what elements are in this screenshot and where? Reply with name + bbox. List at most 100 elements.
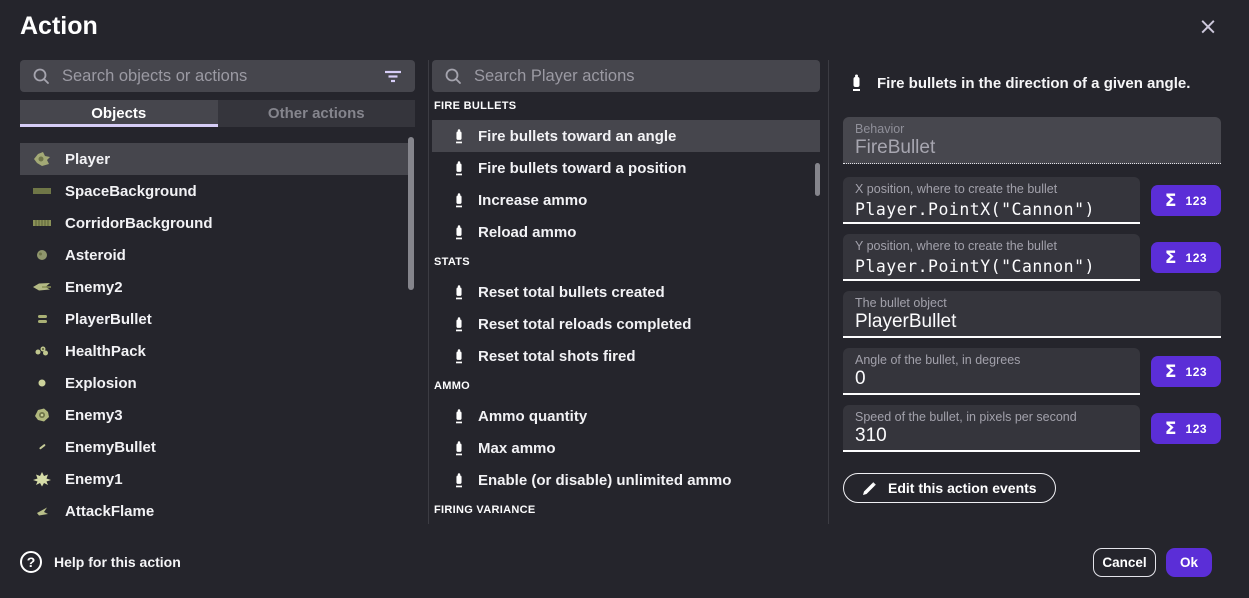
action-row-increase-ammo[interactable]: Increase ammo <box>432 184 820 216</box>
bullet-icon <box>454 128 464 145</box>
expression-editor-button[interactable]: Σ 123 <box>1151 185 1221 216</box>
section-header-ammo: AMMO <box>432 372 820 400</box>
enemy3-sprite-icon <box>32 407 52 423</box>
sigma-icon: Σ <box>1165 419 1177 439</box>
field-label: The bullet object <box>855 296 1209 310</box>
object-label: Player <box>65 151 110 168</box>
object-label: Enemy3 <box>65 407 123 424</box>
field-angle-of-the-bullet-in-degrees[interactable]: Angle of the bullet, in degrees0 <box>843 348 1140 395</box>
action-dialog: Action × Objects Other actions PlayerSpa… <box>0 0 1249 598</box>
object-label: PlayerBullet <box>65 311 152 328</box>
tab-other-actions[interactable]: Other actions <box>218 100 416 127</box>
player-sprite-icon <box>32 151 52 167</box>
field-y-position-where-to-create-the-bullet[interactable]: Y position, where to create the bulletPl… <box>843 234 1140 281</box>
ok-button[interactable]: Ok <box>1166 548 1212 577</box>
expression-editor-button[interactable]: Σ 123 <box>1151 242 1221 273</box>
action-row-reset-total-bullets-created[interactable]: Reset total bullets created <box>432 276 820 308</box>
attack-flame-sprite-icon <box>32 503 52 519</box>
action-label: Reset total bullets created <box>478 284 665 301</box>
action-label: Max ammo <box>478 440 556 457</box>
bullet-icon <box>454 348 464 365</box>
enemy-bullet-sprite-icon <box>32 439 52 455</box>
actions-search-bar[interactable] <box>432 60 820 92</box>
action-row-reset-total-shots-fired[interactable]: Reset total shots fired <box>432 340 820 372</box>
close-icon[interactable]: × <box>1195 14 1221 40</box>
object-label: AttackFlame <box>65 503 154 520</box>
object-row-playerbullet[interactable]: PlayerBullet <box>20 303 408 335</box>
panel-divider <box>428 60 429 524</box>
actions-panel: FIRE BULLETS Fire bullets toward an angle… <box>432 60 820 524</box>
action-label: Reset total shots fired <box>478 348 636 365</box>
objects-search-bar[interactable] <box>20 60 415 92</box>
field-row-behavior: BehaviorFireBullet <box>843 117 1221 164</box>
object-row-corridorbackground[interactable]: CorridorBackground <box>20 207 408 239</box>
bullet-icon <box>454 440 464 457</box>
corridor-background-sprite-icon <box>32 215 52 231</box>
enemy2-sprite-icon <box>32 279 52 295</box>
actions-search-input[interactable] <box>472 66 808 87</box>
edit-action-events-button[interactable]: Edit this action events <box>843 473 1056 503</box>
object-row-asteroid[interactable]: Asteroid <box>20 239 408 271</box>
object-row-healthpack[interactable]: HealthPack <box>20 335 408 367</box>
expression-editor-button[interactable]: Σ 123 <box>1151 413 1221 444</box>
object-row-spacebackground[interactable]: SpaceBackground <box>20 175 408 207</box>
help-row[interactable]: ? Help for this action <box>20 548 181 576</box>
filter-icon[interactable] <box>383 68 403 84</box>
section-header-firing-variance: FIRING VARIANCE <box>432 496 820 524</box>
action-row-fire-bullets-toward-a-position[interactable]: Fire bullets toward a position <box>432 152 820 184</box>
object-row-explosion[interactable]: Explosion <box>20 367 408 399</box>
field-x-position-where-to-create-the-bullet[interactable]: X position, where to create the bulletPl… <box>843 177 1140 224</box>
action-row-fire-bullets-toward-an-angle[interactable]: Fire bullets toward an angle <box>432 120 820 152</box>
object-list: PlayerSpaceBackgroundCorridorBackgroundA… <box>20 143 408 527</box>
sigma-icon: Σ <box>1165 191 1177 211</box>
action-row-ammo-quantity[interactable]: Ammo quantity <box>432 400 820 432</box>
action-row-reload-ammo[interactable]: Reload ammo <box>432 216 820 248</box>
object-label: HealthPack <box>65 343 146 360</box>
field-speed-of-the-bullet-in-pixels-per-second[interactable]: Speed of the bullet, in pixels per secon… <box>843 405 1140 452</box>
explosion-sprite-icon <box>32 375 52 391</box>
objects-scrollbar[interactable] <box>408 137 414 290</box>
field-label: Speed of the bullet, in pixels per secon… <box>855 410 1128 424</box>
search-icon <box>444 67 462 85</box>
object-row-enemybullet[interactable]: EnemyBullet <box>20 431 408 463</box>
action-label: Fire bullets toward an angle <box>478 128 676 145</box>
player-bullet-sprite-icon <box>32 311 52 327</box>
action-label: Reset total reloads completed <box>478 316 691 333</box>
tab-objects[interactable]: Objects <box>20 100 218 127</box>
action-row-reset-total-reloads-completed[interactable]: Reset total reloads completed <box>432 308 820 340</box>
sigma-icon: Σ <box>1165 248 1177 268</box>
object-row-enemy1[interactable]: Enemy1 <box>20 463 408 495</box>
field-value: 310 <box>855 425 1128 447</box>
cancel-button[interactable]: Cancel <box>1093 548 1156 577</box>
expression-editor-button[interactable]: Σ123 <box>1151 356 1221 387</box>
actions-scrollbar[interactable] <box>815 163 820 196</box>
expression-button-label: 123 <box>1186 365 1208 379</box>
parameters-form: BehaviorFireBullet X position, where to c… <box>843 117 1221 503</box>
space-background-sprite-icon <box>32 183 52 199</box>
expression-button-label: 123 <box>1186 194 1208 208</box>
object-row-attackflame[interactable]: AttackFlame <box>20 495 408 527</box>
bullet-icon <box>851 73 862 93</box>
section-header-fire-bullets: FIRE BULLETS <box>432 92 820 120</box>
expression-button-label: 123 <box>1186 251 1208 265</box>
bullet-icon <box>454 192 464 209</box>
expression-button-label: 123 <box>1186 422 1208 436</box>
action-row-max-ammo[interactable]: Max ammo <box>432 432 820 464</box>
health-pack-sprite-icon <box>32 343 52 359</box>
edit-button-label: Edit this action events <box>888 480 1037 496</box>
bullet-icon <box>454 284 464 301</box>
object-row-enemy2[interactable]: Enemy2 <box>20 271 408 303</box>
field-row-x-position-where-to-create-the-bullet: X position, where to create the bulletPl… <box>843 177 1221 224</box>
action-row-enable-or-disable-unlimited-ammo[interactable]: Enable (or disable) unlimited ammo <box>432 464 820 496</box>
objects-search-input[interactable] <box>60 66 373 87</box>
field-row-y-position-where-to-create-the-bullet: Y position, where to create the bulletPl… <box>843 234 1221 281</box>
action-description: Fire bullets in the direction of a given… <box>877 75 1190 92</box>
field-value: PlayerBullet <box>855 311 1209 333</box>
object-label: Enemy2 <box>65 279 123 296</box>
object-row-player[interactable]: Player <box>20 143 408 175</box>
object-row-enemy3[interactable]: Enemy3 <box>20 399 408 431</box>
bullet-icon <box>454 408 464 425</box>
action-label: Reload ammo <box>478 224 576 241</box>
asteroid-sprite-icon <box>32 247 52 263</box>
field-the-bullet-object[interactable]: The bullet objectPlayerBullet <box>843 291 1221 338</box>
